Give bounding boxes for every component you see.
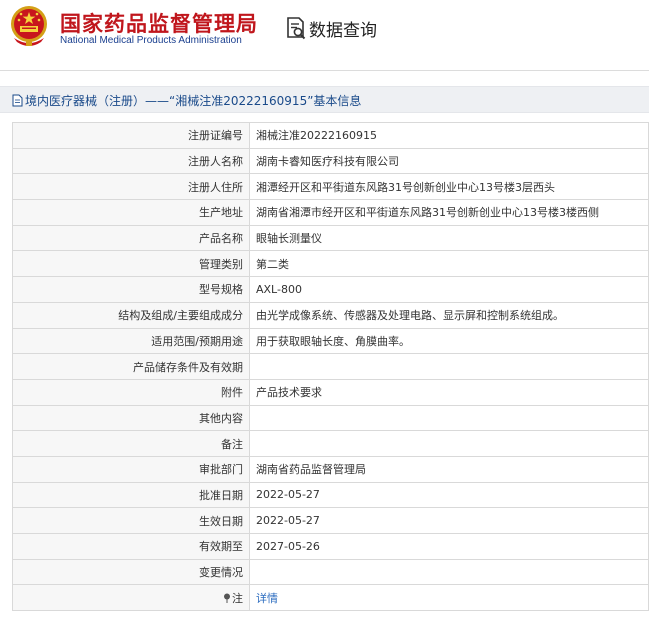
table-row: 备注 [12, 430, 649, 457]
document-search-icon [287, 17, 306, 40]
field-value: 由光学成像系统、传感器及处理电路、显示屏和控制系统组成。 [249, 301, 649, 329]
field-value: 2022-05-27 [249, 481, 649, 509]
field-value: 产品技术要求 [249, 378, 649, 406]
field-label: 注册证编号 [12, 122, 250, 149]
field-value: 2027-05-26 [249, 533, 649, 560]
org-name-en: National Medical Products Administration [60, 35, 242, 46]
table-row: 适用范围/预期用途 用于获取眼轴长度、角膜曲率。 [12, 327, 649, 355]
table-row: 生产地址 湖南省湘潭市经开区和平街道东风路31号创新创业中心13号楼3楼西侧 [12, 199, 649, 226]
field-value [249, 404, 649, 432]
field-value [249, 430, 649, 457]
field-value: 2022-05-27 [249, 507, 649, 534]
field-value: 湖南卡睿知医疗科技有限公司 [249, 147, 649, 175]
field-value: 用于获取眼轴长度、角膜曲率。 [249, 327, 649, 355]
breadcrumb: 境内医疗器械（注册）——“湘械注准20222160915”基本信息 [0, 86, 649, 113]
detail-table-body: 注册证编号 湘械注准20222160915 注册人名称 湖南卡睿知医疗科技有限公司 注册… [12, 122, 649, 612]
field-label: 管理类别 [12, 250, 250, 278]
field-value: 第二类 [249, 250, 649, 278]
national-emblem-icon [11, 6, 47, 46]
table-row: 型号规格 AXL-800 [12, 276, 649, 303]
field-value: 湘潭经开区和平街道东风路31号创新创业中心13号楼3层西头 [249, 173, 649, 201]
detail-table: 注册证编号 湘械注准20222160915 注册人名称 湖南卡睿知医疗科技有限公司 注册… [12, 122, 649, 612]
field-label: 注册人名称 [12, 147, 250, 175]
field-label: 型号规格 [12, 276, 250, 303]
field-value: AXL-800 [249, 276, 649, 303]
field-label: 产品储存条件及有效期 [12, 353, 250, 380]
table-row: 其他内容 [12, 404, 649, 432]
table-row: 注册人住所 湘潭经开区和平街道东风路31号创新创业中心13号楼3层西头 [12, 173, 649, 201]
table-row: 附件 产品技术要求 [12, 378, 649, 406]
table-row: 有效期至 2027-05-26 [12, 533, 649, 560]
field-label: 其他内容 [12, 404, 250, 432]
table-row: 产品名称 眼轴长测量仪 [12, 224, 649, 252]
table-row: 批准日期 2022-05-27 [12, 481, 649, 509]
field-label: 生效日期 [12, 507, 250, 534]
field-label: 变更情况 [12, 558, 250, 586]
table-row: 变更情况 [12, 558, 649, 586]
org-name-cn: 国家药品监督管理局 [60, 12, 258, 36]
field-label: 产品名称 [12, 224, 250, 252]
field-value [249, 353, 649, 380]
field-value: 湘械注准20222160915 [249, 122, 649, 149]
note-row: 注详情 [12, 584, 649, 612]
note-label-cell: 注 [12, 584, 250, 612]
field-value: 眼轴长测量仪 [249, 224, 649, 252]
note-label: 注 [232, 591, 243, 605]
table-row: 注册证编号 湘械注准20222160915 [12, 122, 649, 149]
details-link[interactable]: 详情 [249, 584, 649, 612]
header-divider [0, 70, 649, 71]
document-icon [12, 94, 23, 107]
data-query-title[interactable]: 数据查询 [309, 16, 377, 41]
field-label: 有效期至 [12, 533, 250, 560]
field-label: 生产地址 [12, 199, 250, 226]
pin-icon [224, 593, 230, 603]
table-row: 注册人名称 湖南卡睿知医疗科技有限公司 [12, 147, 649, 175]
breadcrumb-text: 境内医疗器械（注册）——“湘械注准20222160915”基本信息 [25, 94, 362, 108]
field-label: 注册人住所 [12, 173, 250, 201]
field-label: 结构及组成/主要组成成分 [12, 301, 250, 329]
field-label: 备注 [12, 430, 250, 457]
table-row: 审批部门 湖南省药品监督管理局 [12, 455, 649, 483]
field-value: 湖南省药品监督管理局 [249, 455, 649, 483]
field-label: 批准日期 [12, 481, 250, 509]
site-header: 国家药品监督管理局 National Medical Products Admi… [0, 0, 649, 62]
field-value [249, 558, 649, 586]
field-label: 审批部门 [12, 455, 250, 483]
field-label: 附件 [12, 378, 250, 406]
table-row: 生效日期 2022-05-27 [12, 507, 649, 534]
field-value: 湖南省湘潭市经开区和平街道东风路31号创新创业中心13号楼3楼西侧 [249, 199, 649, 226]
table-row: 结构及组成/主要组成成分 由光学成像系统、传感器及处理电路、显示屏和控制系统组成。 [12, 301, 649, 329]
field-label: 适用范围/预期用途 [12, 327, 250, 355]
table-row: 管理类别 第二类 [12, 250, 649, 278]
table-row: 产品储存条件及有效期 [12, 353, 649, 380]
